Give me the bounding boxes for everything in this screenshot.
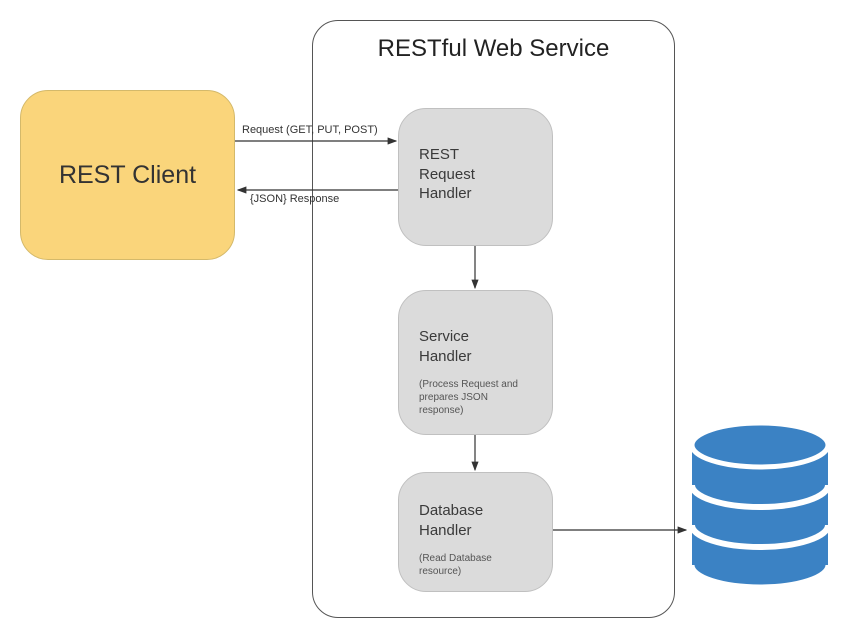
database-handler-box: Database Handler (Read Database resource… [398, 472, 553, 592]
request-handler-title: REST Request Handler [419, 145, 532, 204]
rest-client-title: REST Client [59, 161, 196, 190]
database-handler-subtitle: (Read Database resource) [419, 552, 532, 578]
response-arrow-label: {JSON} Response [250, 193, 339, 205]
service-handler-title: Service Handler [419, 327, 532, 366]
service-title: RESTful Web Service [313, 35, 674, 63]
service-handler-box: Service Handler (Process Request and pre… [398, 290, 553, 435]
database-handler-title: Database Handler [419, 501, 532, 540]
request-handler-box: REST Request Handler [398, 108, 553, 246]
request-arrow-label: Request (GET, PUT, POST) [242, 124, 378, 136]
database-icon [688, 420, 833, 590]
service-handler-subtitle: (Process Request and prepares JSON respo… [419, 378, 532, 417]
rest-client-box: REST Client [20, 90, 235, 260]
